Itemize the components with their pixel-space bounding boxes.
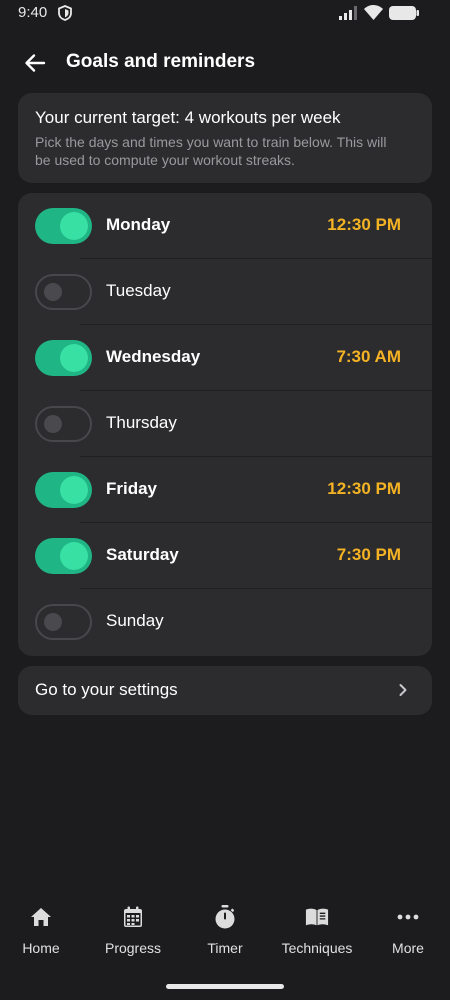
toggle-saturday[interactable] xyxy=(35,538,92,574)
day-row-friday[interactable]: Friday 12:30 PM xyxy=(18,457,432,523)
day-row-sunday[interactable]: Sunday xyxy=(18,589,432,655)
toggle-monday[interactable] xyxy=(35,208,92,244)
nav-item-more[interactable]: More xyxy=(363,895,450,965)
day-row-monday[interactable]: Monday 12:30 PM xyxy=(18,193,432,259)
toggle-knob xyxy=(60,476,88,504)
toggle-knob xyxy=(44,283,62,301)
back-button[interactable] xyxy=(20,48,50,78)
nav-label-progress: Progress xyxy=(104,940,162,956)
day-row-wednesday[interactable]: Wednesday 7:30 AM xyxy=(18,325,432,391)
reminder-time-saturday[interactable]: 7:30 PM xyxy=(337,545,401,565)
status-bar: 9:40 xyxy=(0,0,450,28)
toggle-knob xyxy=(60,542,88,570)
shield-icon xyxy=(58,5,72,21)
day-label-saturday: Saturday xyxy=(106,545,179,564)
day-row-tuesday[interactable]: Tuesday xyxy=(18,259,432,325)
more-dots-icon xyxy=(396,905,420,929)
days-list: Monday 12:30 PM Tuesday Wednesday 7:30 AM Thu… xyxy=(18,193,432,656)
nav-item-techniques[interactable]: Techniques xyxy=(272,895,362,965)
chevron-right-icon xyxy=(399,684,407,696)
home-icon xyxy=(29,905,53,929)
nav-label-timer: Timer xyxy=(207,940,243,956)
day-label-thursday: Thursday xyxy=(106,413,177,432)
day-row-thursday[interactable]: Thursday xyxy=(18,391,432,457)
toggle-wednesday[interactable] xyxy=(35,340,92,376)
target-card: Your current target: 4 workouts per week… xyxy=(18,93,432,183)
nav-item-home[interactable]: Home xyxy=(0,895,86,965)
settings-link-label: Go to your settings xyxy=(35,680,178,699)
toggle-tuesday[interactable] xyxy=(35,274,92,310)
settings-link[interactable]: Go to your settings xyxy=(18,666,432,715)
reminder-time-monday[interactable]: 12:30 PM xyxy=(327,215,401,235)
toggle-knob xyxy=(60,344,88,372)
wifi-icon xyxy=(364,5,383,20)
status-time: 9:40 xyxy=(18,4,48,21)
stopwatch-icon xyxy=(213,905,237,929)
calendar-icon xyxy=(121,905,145,929)
day-label-friday: Friday xyxy=(106,479,158,498)
toggle-thursday[interactable] xyxy=(35,406,92,442)
target-title: Your current target: 4 workouts per week xyxy=(35,108,341,127)
book-icon xyxy=(305,905,329,929)
battery-icon xyxy=(389,6,419,20)
reminder-time-wednesday[interactable]: 7:30 AM xyxy=(336,347,401,367)
arrow-left-icon xyxy=(25,54,46,72)
toggle-friday[interactable] xyxy=(35,472,92,508)
home-indicator xyxy=(166,984,284,989)
signal-icon xyxy=(339,6,357,20)
app-bar: Goals and reminders xyxy=(0,40,450,84)
bottom-nav: Home Progress Timer Techniques More xyxy=(0,895,450,975)
day-label-sunday: Sunday xyxy=(106,611,164,630)
target-description: Pick the days and times you want to trai… xyxy=(35,134,387,168)
toggle-knob xyxy=(44,613,62,631)
toggle-knob xyxy=(60,212,88,240)
nav-label-techniques: Techniques xyxy=(281,940,353,956)
toggle-knob xyxy=(44,415,62,433)
day-label-monday: Monday xyxy=(106,215,171,234)
page-title: Goals and reminders xyxy=(66,51,256,72)
day-label-tuesday: Tuesday xyxy=(106,281,171,300)
nav-item-timer[interactable]: Timer xyxy=(180,895,270,965)
reminder-time-friday[interactable]: 12:30 PM xyxy=(327,479,401,499)
toggle-sunday[interactable] xyxy=(35,604,92,640)
day-row-saturday[interactable]: Saturday 7:30 PM xyxy=(18,523,432,589)
day-label-wednesday: Wednesday xyxy=(106,347,201,366)
nav-label-more: More xyxy=(392,940,424,956)
nav-label-home: Home xyxy=(22,940,60,956)
nav-item-progress[interactable]: Progress xyxy=(88,895,178,965)
